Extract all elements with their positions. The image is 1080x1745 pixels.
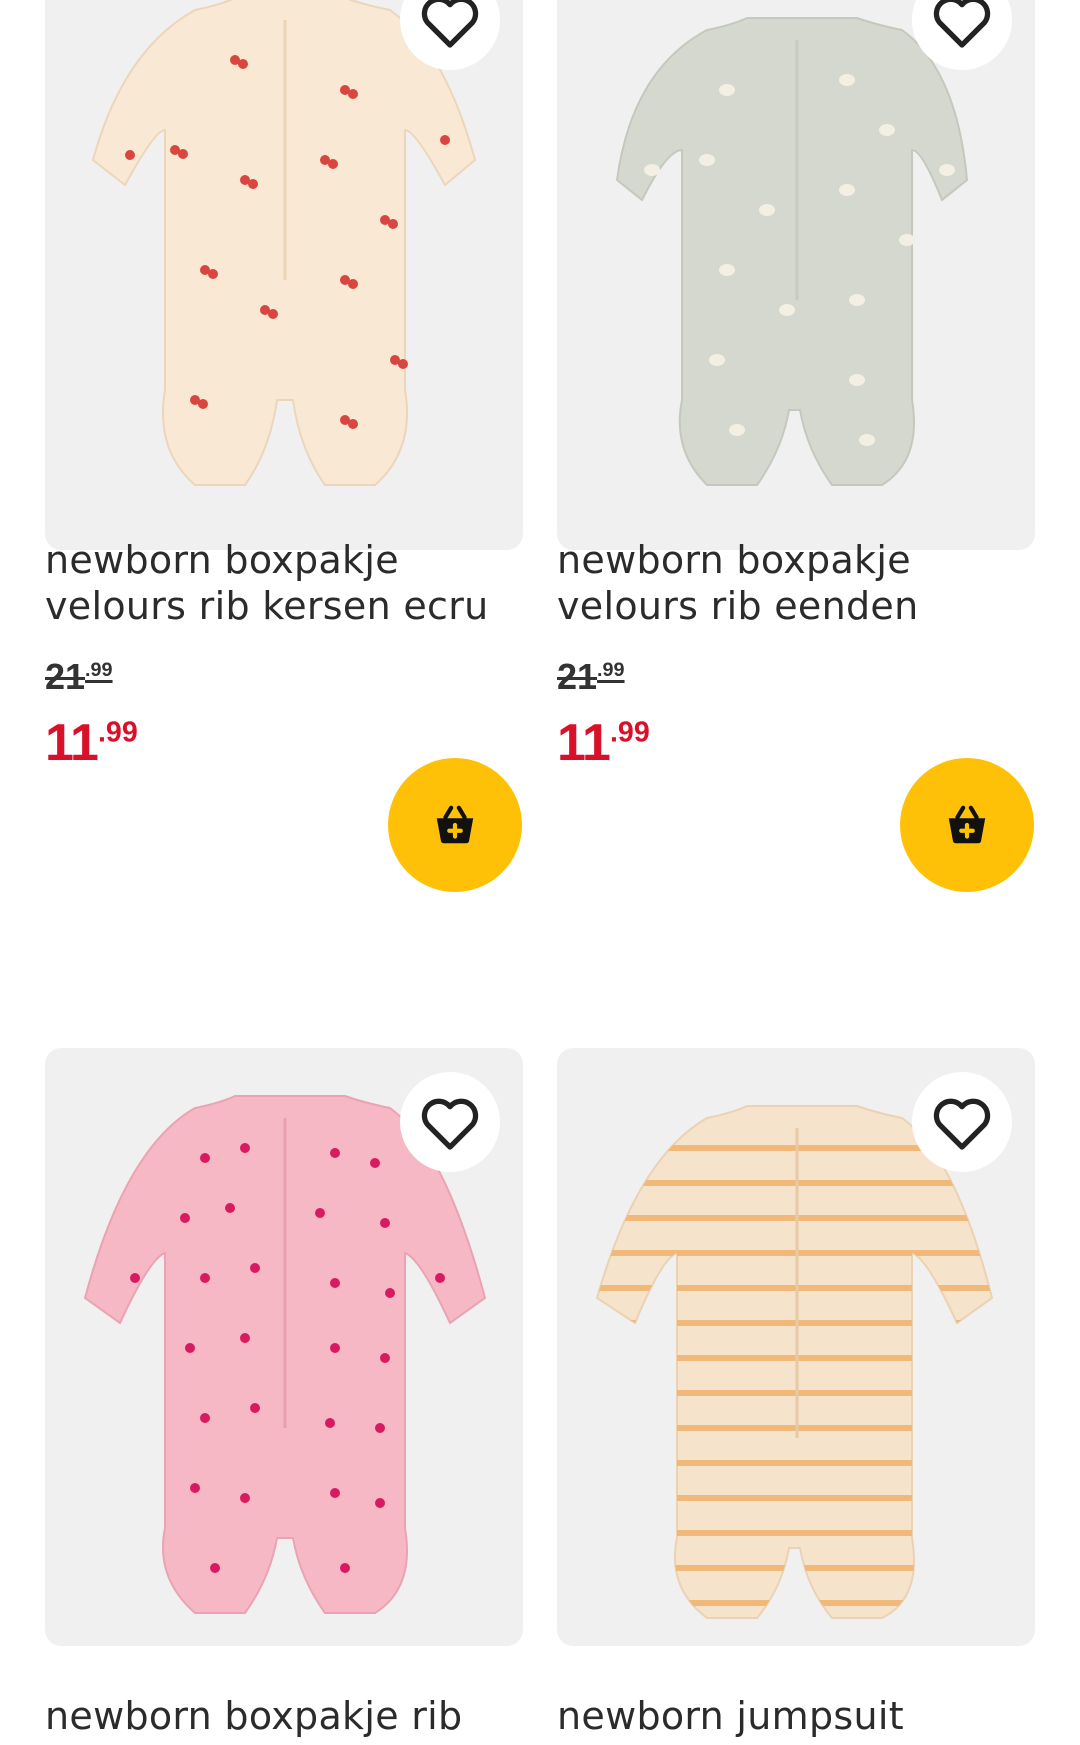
product-card[interactable]: newborn jumpsuit [557,1048,1035,1745]
heart-outline-icon [421,1098,479,1150]
heart-outline-icon [933,1098,991,1150]
favorite-button[interactable] [400,1072,500,1172]
heart-outline-icon [421,0,479,48]
product-card[interactable]: newborn boxpakje velours rib eenden 21.9… [557,0,1035,900]
favorite-button[interactable] [912,1072,1012,1172]
product-image[interactable] [45,1048,523,1646]
product-image[interactable] [557,0,1035,550]
original-price: 21.99 [45,656,113,697]
add-to-cart-button[interactable] [388,758,522,892]
product-title[interactable]: newborn boxpakje velours rib kersen ecru [45,537,523,629]
basket-plus-icon [436,805,474,844]
product-card[interactable]: newborn boxpakje velours rib kersen ecru… [45,0,523,900]
product-card[interactable]: newborn boxpakje rib [45,1048,523,1745]
product-title[interactable]: newborn boxpakje rib [45,1693,523,1739]
original-price: 21.99 [557,656,625,697]
basket-plus-icon [948,805,986,844]
sale-price: 11.99 [45,714,138,772]
product-title[interactable]: newborn jumpsuit [557,1693,1035,1739]
product-image[interactable] [557,1048,1035,1646]
add-to-cart-button[interactable] [900,758,1034,892]
heart-outline-icon [933,0,991,48]
product-title[interactable]: newborn boxpakje velours rib eenden [557,537,1035,629]
product-image[interactable] [45,0,523,550]
sale-price: 11.99 [557,714,650,772]
